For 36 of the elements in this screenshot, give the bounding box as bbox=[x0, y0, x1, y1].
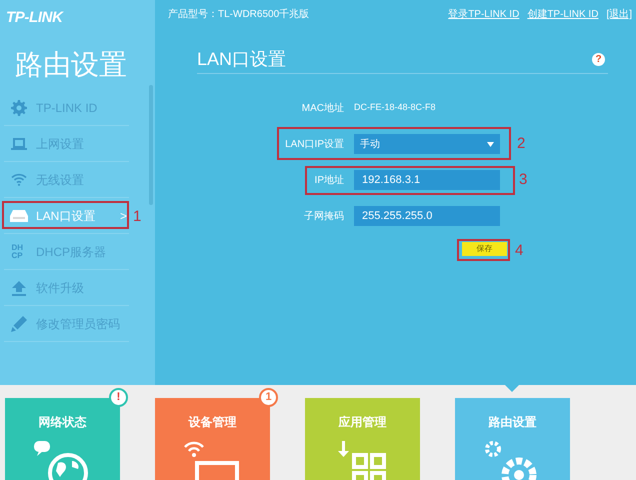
help-icon[interactable]: ? bbox=[592, 53, 605, 66]
save-button[interactable]: 保存 bbox=[462, 242, 507, 256]
field-label: LAN口IP设置 bbox=[284, 138, 345, 152]
logo: TP-LINK bbox=[6, 9, 63, 26]
mac-address: DC-FE-18-48-8C-F8 bbox=[354, 101, 436, 114]
notification-badge: 1 bbox=[259, 388, 278, 407]
field-label: 子网掩码 bbox=[303, 210, 345, 224]
field-label: MAC地址 bbox=[300, 102, 345, 116]
annotation-number: 2 bbox=[517, 134, 526, 154]
pencil-icon bbox=[11, 316, 27, 332]
annotation-box bbox=[457, 239, 510, 261]
field-label: IP地址 bbox=[314, 174, 345, 188]
annotation-number: 3 bbox=[519, 170, 528, 190]
product-model: 产品型号：TL-WDR6500千兆版 bbox=[168, 8, 310, 22]
annotation-number: 1 bbox=[133, 207, 142, 227]
header-link[interactable]: 创建TP-LINK ID bbox=[527, 7, 598, 22]
menu-tile[interactable]: 路由设置 bbox=[455, 398, 570, 480]
laptop-icon bbox=[11, 136, 27, 150]
header-link[interactable]: [退出] bbox=[606, 7, 632, 22]
menu-tile[interactable]: 应用管理 bbox=[305, 398, 420, 480]
input-field[interactable]: 255.255.255.0 bbox=[354, 206, 500, 226]
sidebar-title: 路由设置 bbox=[14, 48, 128, 82]
ip-mode-dropdown[interactable]: 手动 bbox=[354, 134, 500, 154]
caret-icon bbox=[487, 142, 494, 146]
menu-tile[interactable]: 网络状态 bbox=[5, 398, 120, 480]
annotation-number: 4 bbox=[515, 241, 524, 261]
wifi-icon bbox=[11, 173, 27, 186]
sidebar-item[interactable]: LAN口设置 > bbox=[4, 198, 129, 233]
apps-icon bbox=[338, 439, 388, 480]
upload-icon bbox=[11, 280, 27, 296]
panel-title: LAN口设置 bbox=[197, 48, 288, 71]
router-icon bbox=[10, 209, 28, 222]
input-field[interactable]: 192.168.3.1 bbox=[354, 170, 500, 190]
header-link[interactable]: 登录TP-LINK ID bbox=[448, 7, 520, 22]
gear-icon bbox=[11, 100, 27, 116]
notification-badge: ! bbox=[109, 388, 128, 407]
